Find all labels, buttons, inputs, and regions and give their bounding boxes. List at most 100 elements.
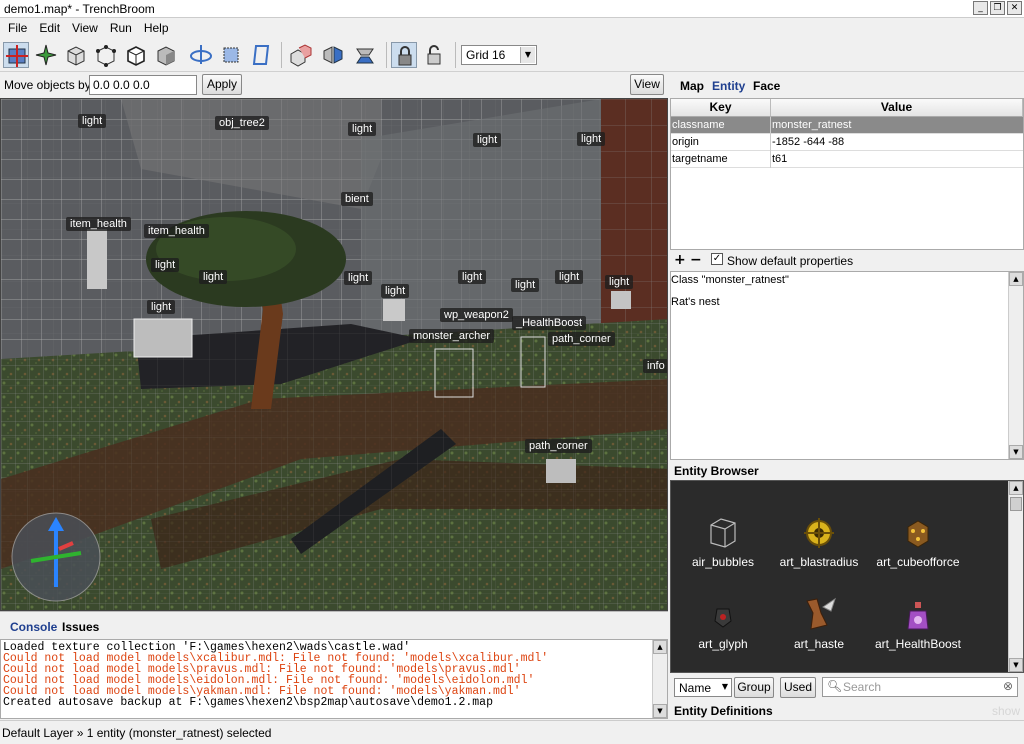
group-button[interactable]: Group [734, 677, 774, 698]
menu-view[interactable]: View [66, 21, 104, 35]
entity-label[interactable]: item_health [66, 217, 131, 231]
entity-browser-title: Entity Browser [670, 461, 1024, 480]
entity-label[interactable]: light [605, 275, 634, 289]
key-column-header[interactable]: Key [671, 99, 771, 117]
search-input[interactable]: Search 🔍︎ ⊗ [822, 677, 1018, 697]
entity-label[interactable]: light [78, 114, 107, 128]
flip-vertical-tool[interactable] [352, 42, 378, 68]
entity-label[interactable]: path_corner [548, 332, 615, 346]
face-tool[interactable] [153, 42, 179, 68]
scroll-up-icon[interactable]: ▲ [1009, 481, 1023, 495]
edge-tool[interactable] [123, 42, 149, 68]
restore-button[interactable]: ❐ [990, 1, 1005, 15]
entity-label[interactable]: light [348, 122, 377, 136]
apply-button[interactable]: Apply [202, 74, 242, 95]
description-scrollbar[interactable]: ▲ ▼ [1008, 272, 1023, 459]
menu-file[interactable]: File [2, 21, 33, 35]
scrollbar-thumb[interactable] [1010, 497, 1022, 511]
entity-label[interactable]: obj_tree2 [215, 116, 269, 130]
entity-label[interactable]: _HealthBoost [512, 316, 587, 330]
entity-label[interactable]: bient [341, 192, 373, 206]
entity-item-art-cubeofforce[interactable]: art_cubeofforce [870, 515, 966, 569]
console-tabbar: Console Issues [0, 611, 668, 639]
flip-horizontal-tool[interactable] [320, 42, 346, 68]
entity-label[interactable]: info [643, 359, 667, 373]
view-button[interactable]: View [630, 74, 664, 95]
scroll-down-icon[interactable]: ▼ [653, 704, 667, 718]
entity-label[interactable]: light [199, 270, 228, 284]
menu-edit[interactable]: Edit [33, 21, 66, 35]
uv-lock-toggle[interactable] [421, 42, 447, 68]
scale-tool[interactable] [218, 42, 244, 68]
entity-label[interactable]: light [151, 258, 180, 272]
minimize-button[interactable]: _ [973, 1, 988, 15]
tab-face[interactable]: Face [753, 79, 780, 93]
move-camera-tool[interactable] [3, 42, 29, 68]
value-column-header[interactable]: Value [771, 99, 1023, 117]
table-row[interactable]: targetname t61 [671, 151, 1023, 168]
move-camera-icon [6, 45, 28, 67]
table-row[interactable]: classname monster_ratnest [671, 117, 1023, 134]
scroll-down-icon[interactable]: ▼ [1009, 445, 1023, 459]
console-output[interactable]: Loaded texture collection 'F:\games\hexe… [0, 639, 668, 719]
tab-entity[interactable]: Entity [712, 79, 745, 93]
entity-label[interactable]: light [458, 270, 487, 284]
duplicate-tool[interactable] [287, 42, 313, 68]
add-property-button[interactable]: + [674, 252, 686, 268]
entity-label[interactable]: light [577, 132, 606, 146]
entity-item-art-glyph[interactable]: art_glyph [675, 601, 771, 651]
entity-label[interactable]: light [555, 270, 584, 284]
entity-item-art-haste[interactable]: art_haste [771, 595, 867, 651]
entity-item-art-blastradius[interactable]: art_blastradius [771, 515, 867, 569]
entity-definitions-header[interactable]: Entity Definitions show [670, 701, 1024, 720]
tab-issues[interactable]: Issues [62, 620, 99, 634]
search-icon: 🔍︎ [827, 679, 843, 693]
entity-definitions-title: Entity Definitions [674, 704, 773, 718]
rotate-tool[interactable] [188, 42, 214, 68]
sort-select[interactable]: Name ▼ [674, 678, 732, 697]
scroll-up-icon[interactable]: ▲ [653, 640, 667, 654]
entity-label[interactable]: monster_archer [409, 329, 495, 343]
entity-label[interactable]: light [381, 284, 410, 298]
scroll-up-icon[interactable]: ▲ [1009, 272, 1023, 286]
tab-console[interactable]: Console [10, 620, 57, 634]
property-table[interactable]: Key Value classname monster_ratnest orig… [670, 98, 1024, 250]
3d-viewport[interactable]: light obj_tree2 light light light bient … [0, 98, 668, 611]
menu-run[interactable]: Run [104, 21, 138, 35]
show-default-checkbox[interactable]: ✓ [711, 253, 723, 265]
grid-size-select[interactable]: Grid 16 ▼ [461, 45, 537, 65]
clear-search-icon[interactable]: ⊗ [1003, 679, 1013, 693]
entity-label[interactable]: wp_weapon2 [440, 308, 513, 322]
close-button[interactable]: ✕ [1007, 1, 1022, 15]
entity-label[interactable]: light [147, 300, 176, 314]
shear-tool[interactable] [248, 42, 274, 68]
duplicate-icon [290, 44, 312, 67]
entity-label[interactable]: path_corner [525, 439, 592, 453]
move-objects-input[interactable] [89, 75, 197, 95]
menu-help[interactable]: Help [138, 21, 175, 35]
console-scrollbar[interactable]: ▲ ▼ [652, 640, 667, 718]
entity-tool[interactable] [33, 42, 59, 68]
brush-tool[interactable] [63, 42, 89, 68]
show-toggle[interactable]: show [992, 704, 1020, 718]
entity-label[interactable]: item_health [144, 224, 209, 238]
window-title: demo1.map* - TrenchBroom [4, 2, 155, 16]
entity-label[interactable]: light [511, 278, 540, 292]
vertex-tool[interactable] [93, 42, 119, 68]
entity-label[interactable]: light [344, 271, 373, 285]
entity-browser[interactable]: air_bubbles art_blastradius art_cubeoffo… [670, 480, 1024, 673]
lock-texture-toggle[interactable] [391, 42, 417, 68]
scroll-down-icon[interactable]: ▼ [1009, 658, 1023, 672]
entity-item-air-bubbles[interactable]: air_bubbles [675, 515, 771, 569]
entity-item-label: art_cubeofforce [876, 555, 960, 569]
used-button[interactable]: Used [780, 677, 816, 698]
entity-item-art-healthboost[interactable]: art_HealthBoost [870, 599, 966, 651]
tab-map[interactable]: Map [680, 79, 704, 93]
property-value: monster_ratnest [772, 119, 852, 131]
remove-property-button[interactable]: − [690, 252, 702, 268]
table-row[interactable]: origin -1852 -644 -88 [671, 134, 1023, 151]
title-bar: demo1.map* - TrenchBroom _ ❐ ✕ [0, 0, 1024, 18]
entity-label[interactable]: light [473, 133, 502, 147]
lock-icon [398, 46, 412, 66]
entity-browser-scrollbar[interactable]: ▲ ▼ [1008, 481, 1023, 672]
